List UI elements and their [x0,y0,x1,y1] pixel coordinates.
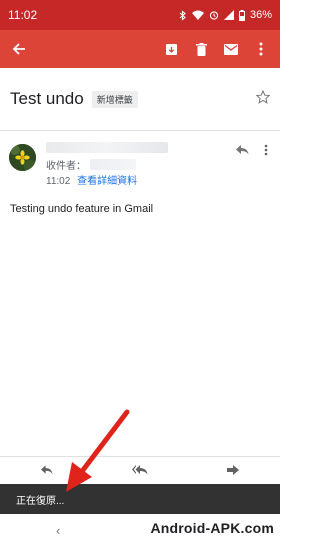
reply-icon [235,145,248,155]
more-options-button[interactable] [248,36,274,62]
archive-icon [165,43,177,55]
email-body: Testing undo feature in Gmail [10,203,154,215]
bluetooth-icon [179,9,186,21]
message-meta: 11:02 查看詳細資料 [46,172,137,187]
delete-icon [195,42,207,56]
navigation-bar: ‹ Android-APK.com [0,514,280,546]
recipient-label: 收件者： [46,161,86,172]
archive-button[interactable] [158,36,184,62]
sender-name-redacted [46,142,168,153]
snackbar-text: 正在復原... [16,495,65,507]
mark-unread-icon [224,43,238,55]
add-label-chip[interactable]: 新增標籤 [91,90,138,108]
message-header[interactable]: 收件者： 11:02 查看詳細資料 [0,138,280,187]
battery-level: 36% [249,9,272,21]
battery-icon [238,9,245,21]
undo-snackbar: 正在復原... [0,484,280,514]
message-time: 11:02 [46,176,71,187]
recipient-redacted [90,159,136,170]
watermark: Android-APK.com [150,520,274,536]
mark-unread-button[interactable] [218,36,244,62]
message-more-button[interactable] [258,140,274,160]
recipient-line: 收件者： [46,157,136,172]
app-bar [0,30,280,68]
alarm-icon [209,11,219,20]
email-subject: Test undo [10,89,84,108]
view-details-link[interactable]: 查看詳細資料 [77,176,137,187]
reply-all-icon [131,465,148,475]
status-icons: 36% [179,9,272,21]
back-button[interactable] [6,36,32,62]
avatar[interactable] [9,144,36,171]
back-arrow-icon [12,43,25,55]
star-button[interactable] [255,89,271,109]
status-time: 11:02 [8,8,38,22]
forward-action[interactable] [187,457,280,484]
reply-button[interactable] [232,140,252,160]
signal-icon [223,10,234,20]
nav-back-button[interactable]: ‹ [56,523,60,538]
subject-row: Test undo 新增標籤 [0,82,280,116]
status-bar: 11:02 36% [0,0,280,30]
flower-avatar-image [9,144,36,171]
wifi-icon [191,10,204,20]
reply-all-action[interactable] [93,457,186,484]
star-icon [255,89,271,104]
bottom-action-bar [0,456,280,484]
reply-action[interactable] [0,457,93,484]
forward-icon [227,465,240,475]
reply-icon [40,465,53,475]
divider [0,130,280,131]
delete-button[interactable] [188,36,214,62]
more-vert-icon [259,42,263,56]
more-vert-icon [264,144,268,156]
